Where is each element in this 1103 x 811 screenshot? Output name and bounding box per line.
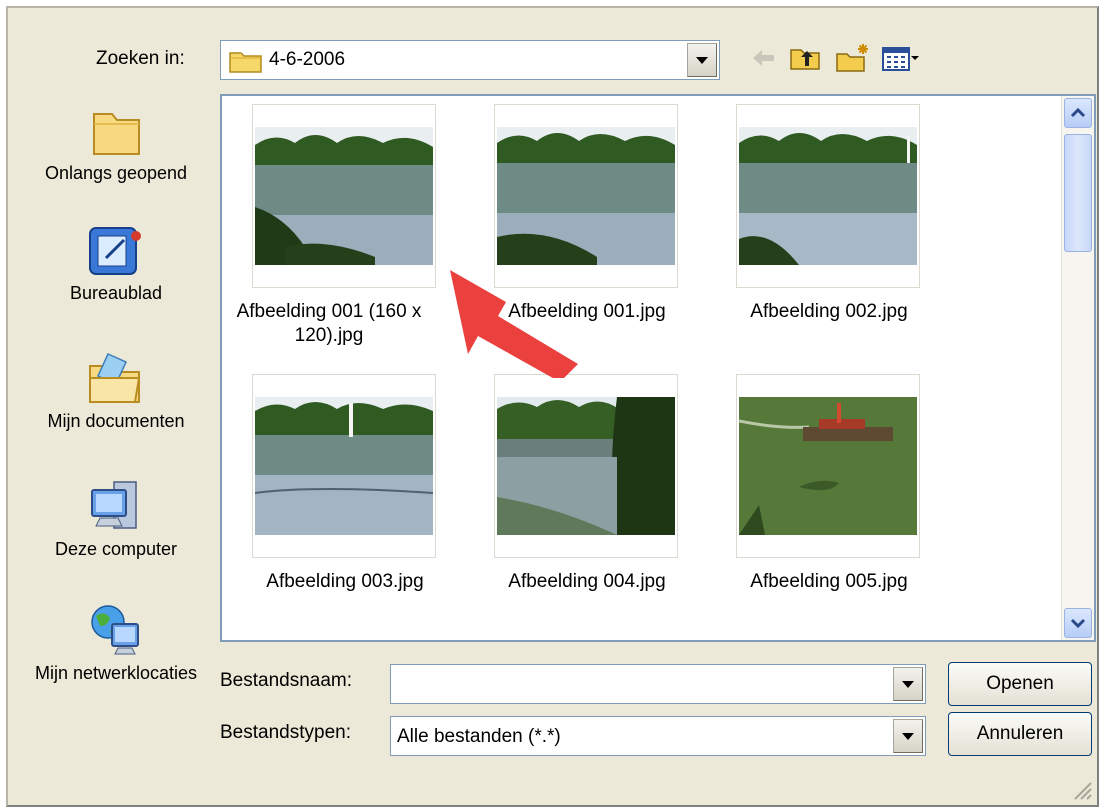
file-name[interactable]: Afbeelding 005.jpg [714,570,944,594]
up-folder-icon[interactable] [788,42,822,74]
my-documents-icon [89,353,141,403]
place-my-documents-label: Mijn documenten [47,411,185,431]
chevron-up-icon [1070,107,1086,118]
pond-photo-thumbnail [497,397,675,535]
file-thumbnail[interactable] [252,104,436,288]
scroll-down-button[interactable] [1064,608,1092,638]
resize-grip-icon[interactable] [1071,779,1093,801]
place-my-computer-label: Deze computer [54,539,178,559]
my-computer-icon [91,481,137,529]
file-thumbnail[interactable] [736,374,920,558]
filetype-dropdown-button[interactable] [893,719,923,753]
desktop-icon [89,227,141,275]
red-arrow-annotation-icon [450,270,578,378]
place-my-computer[interactable]: Deze computer [26,478,206,560]
vertical-scrollbar[interactable] [1061,96,1094,640]
new-folder-icon[interactable] [834,42,872,74]
filetype-select[interactable]: Alle bestanden (*.*) [390,716,926,756]
filename-input[interactable] [390,664,926,704]
scroll-thumb[interactable] [1064,134,1092,252]
boat-photo-thumbnail [739,397,917,535]
place-desktop[interactable]: Bureaublad [26,222,206,304]
file-name[interactable]: Afbeelding 004.jpg [472,570,702,594]
pond-photo-thumbnail [255,397,433,535]
place-recent-label: Onlangs geopend [44,163,188,183]
look-in-value: 4-6-2006 [269,49,346,70]
filetype-label: Bestandstypen: [220,722,351,743]
pond-photo-thumbnail [255,127,433,265]
place-my-documents[interactable]: Mijn documenten [26,350,206,432]
look-in-label: Zoeken in: [96,48,185,69]
chevron-down-icon [1070,618,1086,629]
view-menu-icon[interactable] [880,42,920,74]
open-file-dialog: Zoeken in: 4-6-2006 Onlangs geopend Bure… [6,6,1099,807]
filename-dropdown-button[interactable] [893,667,923,701]
look-in-dropdown-button[interactable] [687,43,717,77]
place-recent[interactable]: Onlangs geopend [26,102,206,184]
file-name[interactable]: Afbeelding 003.jpg [230,570,460,594]
file-list-view[interactable]: Afbeelding 001 (160 x 120).jpg Afbeeldin… [220,94,1096,642]
back-arrow-icon[interactable] [748,42,778,74]
place-network-label: Mijn netwerklocaties [34,663,198,683]
recent-folder-icon [93,113,140,155]
network-places-icon [91,605,139,655]
look-in-combobox[interactable]: 4-6-2006 [220,40,720,80]
file-thumbnail[interactable] [252,374,436,558]
file-thumbnail[interactable] [736,104,920,288]
open-button[interactable]: Openen [948,662,1092,706]
folder-icon [229,52,262,73]
pond-photo-thumbnail [497,127,675,265]
place-desktop-label: Bureaublad [69,283,163,303]
filetype-value: Alle bestanden (*.*) [397,726,561,747]
file-name[interactable]: Afbeelding 002.jpg [714,300,944,324]
place-network[interactable]: Mijn netwerklocaties [26,600,206,684]
pond-photo-thumbnail [739,127,917,265]
file-name[interactable]: Afbeelding 001 (160 x 120).jpg [222,300,444,348]
scroll-up-button[interactable] [1064,98,1092,128]
cancel-button[interactable]: Annuleren [948,712,1092,756]
file-thumbnail[interactable] [494,374,678,558]
filename-label: Bestandsnaam: [220,670,353,691]
